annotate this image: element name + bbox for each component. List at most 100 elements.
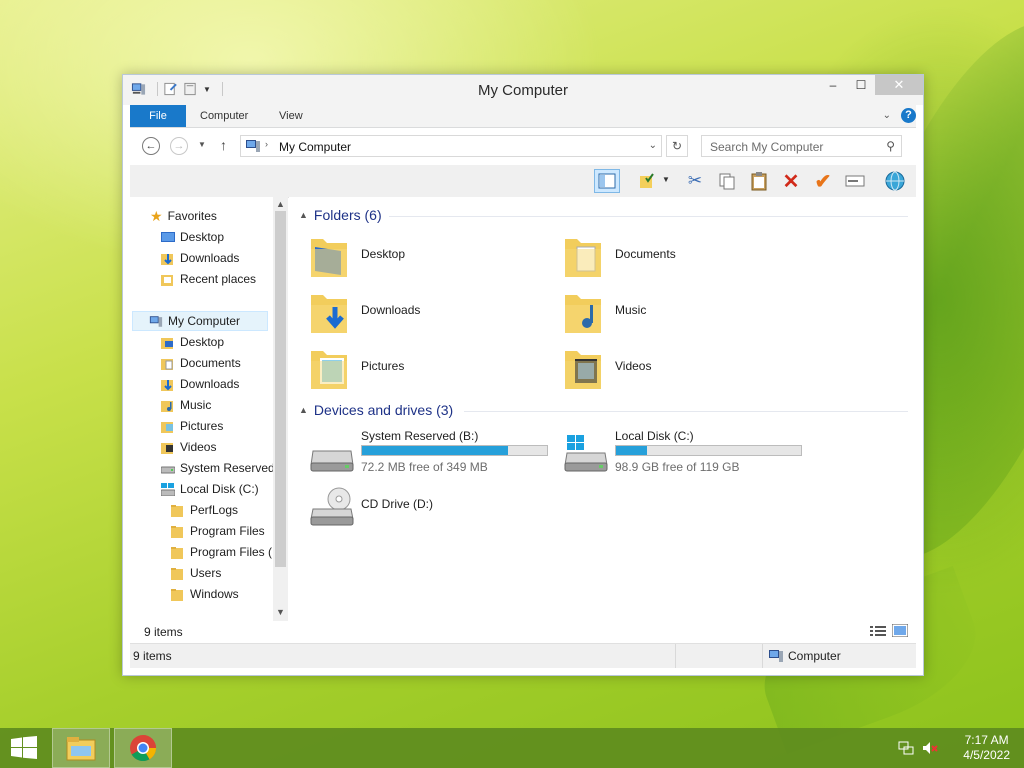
chrome-icon (130, 735, 157, 762)
preview-pane-icon (598, 173, 616, 189)
properties-button[interactable] (634, 169, 660, 193)
nav-desktop[interactable]: Desktop (161, 332, 224, 352)
folder-tile-downloads[interactable]: Downloads (309, 287, 549, 339)
nav-fav-downloads[interactable]: Downloads (161, 248, 239, 268)
nav-program-files[interactable]: Program Files (171, 521, 265, 541)
cut-button[interactable]: ✂ (682, 169, 708, 193)
nav-fav-recent-places[interactable]: Recent places (161, 269, 256, 289)
clock[interactable]: 7:17 AM 4/5/2022 (963, 733, 1010, 763)
drives-group-header[interactable]: ▲ Devices and drives (3) (299, 402, 453, 418)
address-bar[interactable]: › My Computer ⌄ (240, 135, 662, 157)
paste-button[interactable] (746, 169, 772, 193)
folder-tile-music[interactable]: Music (563, 287, 803, 339)
volume-muted-icon[interactable] (922, 741, 938, 755)
drive-tile-system-reserved[interactable]: System Reserved (B:) 72.2 MB free of 349… (309, 429, 559, 479)
nav-item-label: Windows (190, 587, 239, 601)
search-icon[interactable]: ⚲ (886, 139, 895, 153)
nav-videos[interactable]: Videos (161, 437, 216, 457)
maximize-button[interactable]: ☐ (847, 75, 875, 95)
folder-tile-desktop[interactable]: Desktop (309, 231, 549, 283)
close-button[interactable]: ✕ (875, 75, 923, 95)
shell-button[interactable] (882, 169, 908, 193)
drive-usage-fill (362, 446, 509, 455)
delete-button[interactable]: ✕ (778, 169, 804, 193)
forward-button[interactable]: → (170, 137, 188, 155)
folder-tile-videos[interactable]: Videos (563, 343, 803, 395)
drive-usage-bar (361, 445, 548, 456)
computer-icon (246, 140, 260, 152)
title-bar: ▼ My Computer – ☐ ✕ (123, 75, 923, 105)
nav-music[interactable]: Music (161, 395, 211, 415)
search-box[interactable]: Search My Computer ⚲ (701, 135, 902, 157)
nav-pictures[interactable]: Pictures (161, 416, 223, 436)
nav-system-reserved[interactable]: System Reserved (161, 458, 275, 478)
scroll-down-icon[interactable]: ▼ (273, 607, 288, 617)
preview-pane-button[interactable] (594, 169, 620, 193)
large-icons-view-icon[interactable] (892, 624, 908, 637)
search-placeholder: Search My Computer (710, 140, 824, 154)
folder-tile-label: Pictures (361, 359, 405, 373)
nav-documents[interactable]: Documents (161, 353, 241, 373)
address-row: ← → ▼ ↑ › My Computer ⌄ ↻ Search My Comp… (130, 129, 916, 163)
rename-field-button[interactable] (842, 169, 868, 193)
file-explorer-icon (66, 737, 96, 761)
nav-users[interactable]: Users (171, 563, 221, 583)
folder-check-icon (640, 173, 654, 188)
address-dropdown-icon[interactable]: ⌄ (649, 140, 657, 151)
nav-downloads[interactable]: Downloads (161, 374, 239, 394)
network-icon[interactable] (898, 741, 914, 755)
nav-program-files-x86[interactable]: Program Files ( (171, 542, 272, 562)
scroll-thumb[interactable] (275, 211, 286, 567)
start-button[interactable] (0, 728, 48, 768)
downloads-folder-icon (161, 253, 173, 265)
drive-usage-fill (616, 446, 648, 455)
nav-item-label: My Computer (168, 314, 241, 328)
breadcrumb-chevron-icon[interactable]: › (265, 139, 268, 149)
nav-my-computer[interactable]: My Computer (132, 311, 268, 331)
details-view-icon[interactable] (870, 625, 886, 637)
nav-favorites[interactable]: ★ Favorites (150, 206, 217, 226)
globe-icon (885, 171, 905, 191)
tab-computer[interactable]: Computer (200, 105, 248, 127)
status-divider (762, 644, 763, 668)
ribbon-right: ⌄ ? (883, 108, 916, 123)
drive-tile-cd[interactable]: CD Drive (D:) (309, 483, 559, 533)
expand-ribbon-icon[interactable]: ⌄ (883, 110, 891, 121)
taskbar-chrome[interactable] (114, 728, 172, 768)
help-icon[interactable]: ? (901, 108, 916, 123)
copy-button[interactable] (714, 169, 740, 193)
drive-tile-local-disk[interactable]: Local Disk (C:) 98.9 GB free of 119 GB (563, 429, 813, 479)
nav-scrollbar[interactable]: ▲ ▼ (273, 197, 288, 621)
minimize-button[interactable]: – (819, 75, 847, 95)
collapse-caret-icon[interactable]: ▲ (299, 210, 308, 220)
nav-local-disk[interactable]: Local Disk (C:) (161, 479, 259, 499)
tab-view[interactable]: View (279, 105, 303, 127)
videos-folder-icon (565, 351, 601, 389)
up-button[interactable]: ↑ (220, 137, 227, 153)
navigation-pane: ★ Favorites Desktop Downloads Recent pla… (130, 197, 288, 621)
folder-tile-label: Music (615, 303, 647, 317)
nav-perflogs[interactable]: PerfLogs (171, 500, 238, 520)
content-area: ▲ Folders (6) Desktop Documents Download… (289, 197, 916, 621)
rename-button[interactable]: ✔ (810, 169, 836, 193)
collapse-caret-icon[interactable]: ▲ (299, 405, 308, 415)
properties-dropdown-icon[interactable]: ▼ (662, 175, 670, 184)
hard-drive-icon (310, 450, 354, 472)
folder-tile-documents[interactable]: Documents (563, 231, 803, 283)
folders-group-title: Folders (6) (313, 207, 382, 223)
folder-tile-label: Desktop (361, 247, 406, 261)
folders-group-header[interactable]: ▲ Folders (6) (299, 207, 382, 223)
taskbar-file-explorer[interactable] (52, 728, 110, 768)
nav-windows[interactable]: Windows (171, 584, 239, 604)
documents-folder-icon (161, 358, 173, 370)
scroll-up-icon[interactable]: ▲ (273, 199, 288, 209)
nav-fav-desktop[interactable]: Desktop (161, 227, 224, 247)
nav-item-label: Program Files ( (190, 545, 273, 559)
tab-file[interactable]: File (130, 105, 186, 127)
refresh-button[interactable]: ↻ (666, 135, 688, 157)
back-button[interactable]: ← (142, 137, 160, 155)
recent-locations-icon[interactable]: ▼ (198, 140, 206, 149)
folder-tile-pictures[interactable]: Pictures (309, 343, 549, 395)
ribbon-tabs: File Computer View ⌄ ? (130, 105, 916, 128)
nav-item-label: Users (190, 566, 222, 580)
